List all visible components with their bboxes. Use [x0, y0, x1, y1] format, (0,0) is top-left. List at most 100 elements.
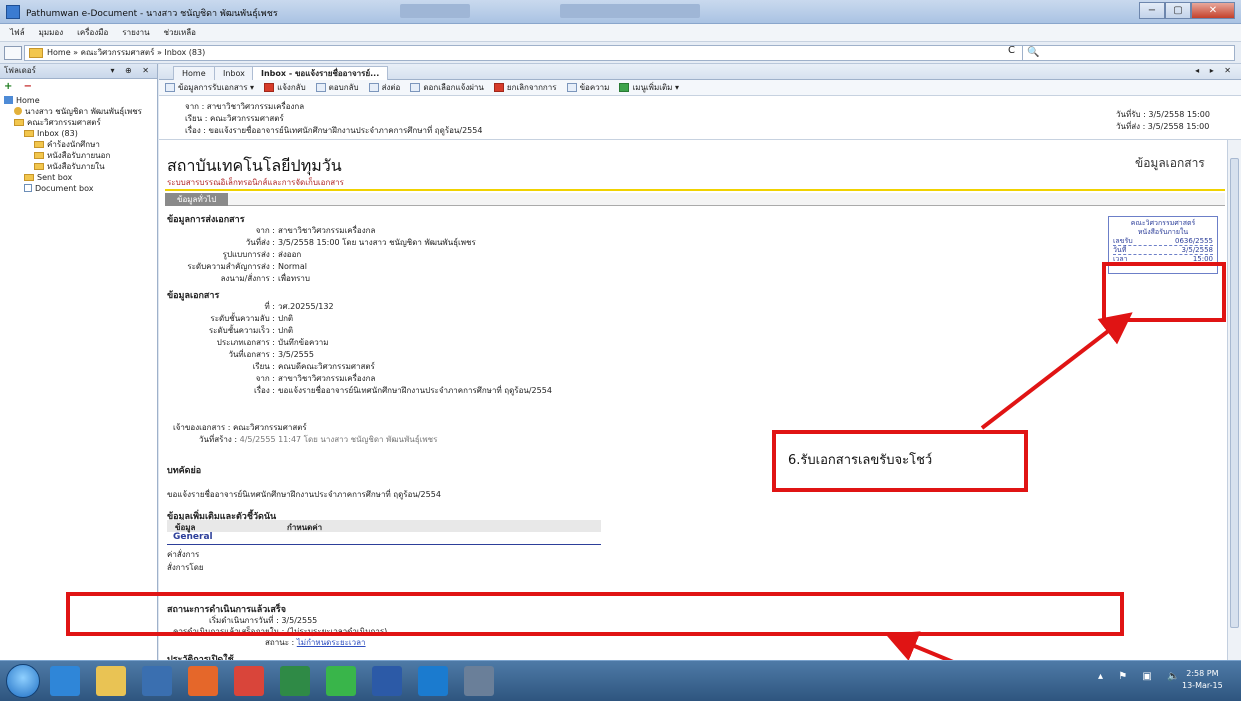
created-row: วันที่สร้าง : 4/5/2555 11:47 โดย นางสาว …	[199, 433, 437, 446]
tree-item[interactable]: Home	[0, 95, 157, 106]
tree-item[interactable]: หนังสือรับภายนอก	[0, 150, 157, 161]
toolbar-button[interactable]: ข้อมูลการรับเอกสาร ▾	[165, 81, 254, 94]
media-icon[interactable]	[142, 666, 172, 696]
toolbar-button[interactable]: ส่งต่อ	[368, 81, 401, 94]
redacted-region	[400, 4, 470, 18]
stamp-row: เลขรับ 0636/2555	[1113, 237, 1213, 246]
tree-item-label: Document box	[35, 184, 94, 193]
line-icon[interactable]	[326, 666, 356, 696]
print-icon[interactable]	[4, 46, 22, 60]
refresh-icon[interactable]: C	[1008, 45, 1015, 56]
maximize-button[interactable]: ▢	[1165, 2, 1191, 19]
system-tray[interactable]: ▴ ⚑ ▣ 🔈	[1098, 671, 1185, 682]
excel-icon[interactable]	[280, 666, 310, 696]
clock-time: 2:58 PM	[1186, 669, 1219, 678]
info-value: Normal	[278, 262, 307, 271]
menu-view[interactable]: มุมมอง	[39, 26, 64, 39]
toolbar-button[interactable]: ดอกเลือกแจ้งผ่าน	[410, 81, 484, 94]
tree-item[interactable]: Document box	[0, 183, 157, 194]
tree-item[interactable]: นางสาว ชนัญชิดา พัฒนพันธุ์เพชร	[0, 106, 157, 117]
toolbar-button[interactable]: ข้อความ	[566, 81, 609, 94]
breadcrumb[interactable]: Home » คณะวิศวกรรมศาสตร์ » Inbox (83)	[24, 45, 1024, 61]
info-row: ลงนาม/สั่งการ : เพื่อทราบ	[167, 272, 310, 285]
stamp-row: วันที่ 3/5/2558	[1113, 246, 1213, 255]
explorer-icon[interactable]	[96, 666, 126, 696]
word-icon[interactable]	[372, 666, 402, 696]
clock[interactable]: 2:58 PM 13-Mar-15	[1182, 668, 1223, 692]
firefox-icon[interactable]	[188, 666, 218, 696]
toolbar-button[interactable]: แจ้งกลับ	[264, 81, 306, 94]
info-value: สาขาวิชาวิศวกรรมเครื่องกล	[278, 374, 376, 383]
table-divider	[167, 544, 601, 545]
folder-tree: Home นางสาว ชนัญชิดา พัฒนพันธุ์เพชร คณะวิศ…	[0, 95, 157, 194]
minimize-button[interactable]: −	[1139, 2, 1165, 19]
stamp-receipt-number: 0636/2555	[1175, 237, 1213, 245]
tree-item[interactable]: คำร้องนักศึกษา	[0, 139, 157, 150]
tree-item-label: Sent box	[37, 173, 73, 182]
tree-item[interactable]: หนังสือรับภายใน	[0, 161, 157, 172]
sent-date: วันที่ส่ง : 3/5/2558 15:00	[1116, 122, 1210, 131]
info-value: ปกติ	[278, 314, 294, 323]
status-link[interactable]: ไม่กำหนดระยะเวลา	[297, 638, 366, 647]
tree-item-label: นางสาว ชนัญชิดา พัฒนพันธุ์เพชร	[25, 107, 142, 116]
folder-icon	[34, 163, 44, 170]
doc-info-heading: ข้อมูลเอกสาร	[1135, 156, 1205, 170]
folder-panel-header: โฟลเดอร์ ▾ ⊕ ✕	[0, 64, 157, 79]
tab-general-info[interactable]: ข้อมูลทั่วไป	[165, 193, 229, 206]
folder-icon	[24, 174, 34, 181]
taskbar: ▴ ⚑ ▣ 🔈 2:58 PM 13-Mar-15	[0, 660, 1241, 701]
toolbar-button-label: แจ้งกลับ	[277, 83, 306, 92]
panel-controls[interactable]: ▾ ⊕ ✕	[110, 64, 153, 78]
toolbar-button[interactable]: เมนูเพิ่มเติม ▾	[619, 81, 679, 94]
breadcrumb-text: Home » คณะวิศวกรรมศาสตร์ » Inbox (83)	[47, 48, 206, 57]
toolbar-button-label: ยกเลิกจากการ	[506, 83, 557, 92]
tree-item[interactable]: Sent box	[0, 172, 157, 183]
folder-panel: โฟลเดอร์ ▾ ⊕ ✕ + − Home นางสาว ชนัญชิดา พ…	[0, 64, 158, 660]
toolbar-button[interactable]: ยกเลิกจากการ	[493, 81, 557, 94]
tree-item-label: หนังสือรับภายนอก	[47, 151, 111, 160]
document-toolbar: ข้อมูลการรับเอกสาร ▾ แจ้งกลับ ตอบกลับ ส่งต่…	[159, 80, 1241, 96]
folder-panel-title: โฟลเดอร์	[4, 66, 36, 75]
stamp-date: 3/5/2558	[1181, 246, 1213, 254]
owner-label: เจ้าของเอกสาร :	[173, 423, 231, 432]
tree-item[interactable]: คณะวิศวกรรมศาสตร์	[0, 117, 157, 128]
tab-document[interactable]: Inbox - ขอแจ้งรายชื่ออาจารย์...	[252, 66, 389, 80]
folder-icon	[24, 130, 34, 137]
table-row: ค่าสั่งการ	[167, 550, 200, 559]
ie-icon[interactable]	[50, 666, 80, 696]
scrollbar-thumb[interactable]	[1230, 158, 1239, 628]
remove-folder-button[interactable]: −	[24, 81, 32, 92]
message-icon	[566, 83, 577, 92]
menu-report[interactable]: รายงาน	[122, 26, 149, 39]
search-input[interactable]: 🔍	[1022, 45, 1235, 61]
menu-help[interactable]: ช่วยเหลือ	[164, 26, 196, 39]
globe-icon	[619, 83, 630, 92]
app-icon[interactable]	[464, 666, 494, 696]
toolbar-button[interactable]: ตอบกลับ	[315, 81, 359, 94]
chrome-icon[interactable]	[234, 666, 264, 696]
toolbar-button-label: ส่งต่อ	[381, 83, 401, 92]
add-folder-button[interactable]: +	[4, 81, 12, 92]
folder-icon	[34, 152, 44, 159]
folder-icon	[29, 48, 43, 58]
tab-nav-controls[interactable]: ◂ ▸ ✕	[1195, 66, 1235, 75]
menu-tools[interactable]: เครื่องมือ	[77, 26, 108, 39]
search-icon: 🔍	[1027, 47, 1040, 58]
close-button[interactable]: ✕	[1191, 2, 1235, 19]
hp-icon[interactable]	[418, 666, 448, 696]
start-button[interactable]	[6, 664, 40, 698]
stamp-org: คณะวิศวกรรมศาสตร์	[1130, 219, 1196, 227]
tree-item[interactable]: Inbox (83)	[0, 128, 157, 139]
reply-icon	[315, 83, 326, 92]
menu-file[interactable]: ไฟล์	[10, 26, 25, 39]
summary-title: บทคัดย่อ	[167, 466, 202, 476]
tab-inbox[interactable]: Inbox	[214, 66, 254, 80]
address-bar: Home » คณะวิศวกรรมศาสตร์ » Inbox (83) C …	[0, 42, 1241, 64]
info-value: บันทึกข้อความ	[278, 338, 329, 347]
extra-table-header: ข้อมูล กำหนดค่า	[167, 520, 601, 532]
tab-home[interactable]: Home	[173, 66, 215, 80]
vertical-scrollbar[interactable]	[1227, 140, 1241, 660]
doc-icon	[24, 184, 32, 192]
window-title: Pathumwan e-Document - นางสาว ชนัญชิดา พ…	[26, 9, 278, 19]
info-value: วศ.20255/132	[278, 302, 334, 311]
